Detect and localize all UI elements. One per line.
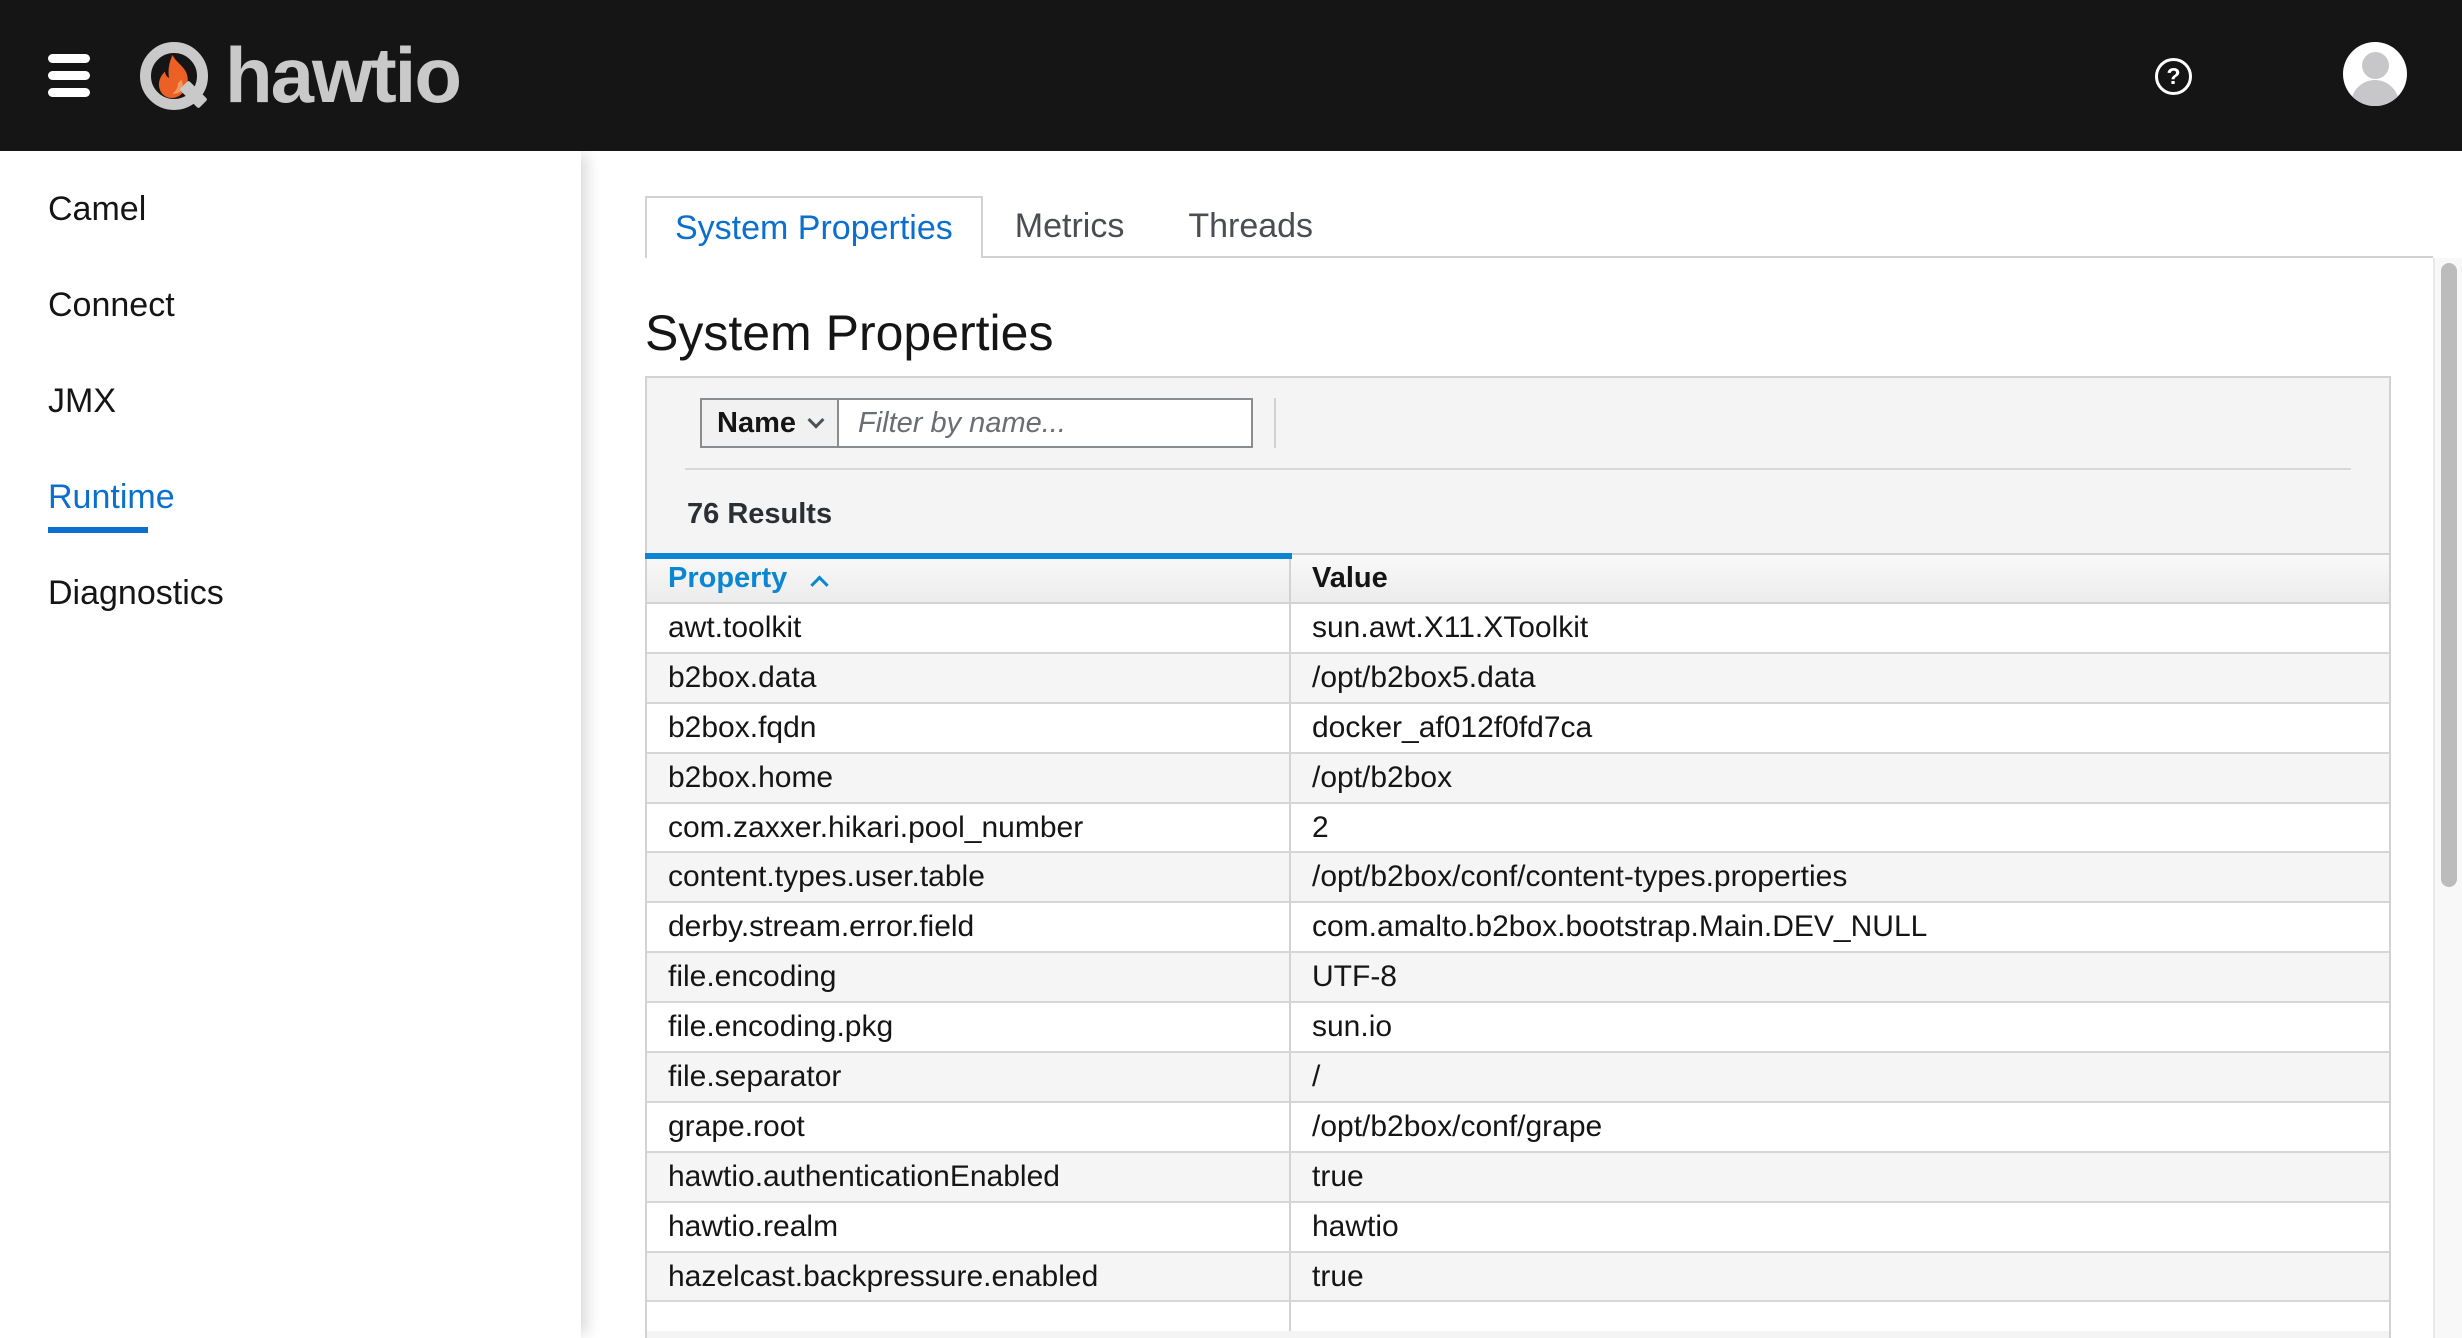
table-row: hazelcast.backpressure.enabledtrue (647, 1252, 2389, 1302)
tab-system-properties[interactable]: System Properties (645, 196, 983, 258)
filter-group: Name (700, 398, 1253, 448)
sort-asc-icon (811, 576, 829, 594)
property-cell: file.encoding.pkg (647, 1002, 1290, 1052)
property-cell: hawtio.realm (647, 1202, 1290, 1252)
value-cell: /opt/b2box/conf/grape (1290, 1102, 2389, 1152)
table-header-row: Property Value (647, 555, 2389, 603)
q-tail (179, 80, 207, 108)
properties-table: Property Value awt.toolkitsun.awt.X11.XT… (645, 553, 2391, 1331)
main-content: System PropertiesMetricsThreads System P… (581, 151, 2462, 1338)
property-cell: content.types.user.table (647, 852, 1290, 902)
filter-attribute-label: Name (717, 407, 796, 440)
property-cell: file.encoding (647, 952, 1290, 1002)
value-cell: sun.io (1290, 1002, 2389, 1052)
table-row: hawtio.authenticationEnabledtrue (647, 1152, 2389, 1202)
table-row: b2box.data/opt/b2box5.data (647, 653, 2389, 703)
sidebar-item-camel[interactable]: Camel (0, 161, 581, 257)
value-cell: com.amalto.b2box.bootstrap.Main.DEV_NULL (1290, 902, 2389, 952)
menu-toggle-icon[interactable] (48, 54, 90, 97)
avatar[interactable] (2343, 42, 2407, 106)
hamburger-bar (48, 71, 90, 80)
filter-card: Name 76 Results Property Va (645, 376, 2391, 1338)
property-cell: b2box.data (647, 653, 1290, 703)
table-body: awt.toolkitsun.awt.X11.XToolkitb2box.dat… (647, 603, 2389, 1331)
filter-attribute-dropdown[interactable]: Name (700, 398, 839, 448)
table-row: b2box.home/opt/b2box (647, 753, 2389, 803)
app-logo[interactable]: hawtio (140, 0, 460, 151)
column-header-value[interactable]: Value (1290, 555, 2389, 603)
scrollbar-track[interactable] (2433, 258, 2462, 1338)
help-glyph: ? (2166, 63, 2180, 90)
property-cell: file.separator (647, 1052, 1290, 1102)
property-cell: hazelcast.backpressure.enabled (647, 1252, 1290, 1302)
value-cell: /opt/b2box5.data (1290, 653, 2389, 703)
avatar-body (2351, 80, 2399, 106)
hamburger-bar (48, 88, 90, 97)
masthead: hawtio ? (0, 0, 2462, 151)
logo-text: hawtio (225, 0, 460, 151)
table-row: file.separator/ (647, 1052, 2389, 1102)
value-cell: true (1290, 1252, 2389, 1302)
value-cell: UTF-8 (1290, 952, 2389, 1002)
column-header-property[interactable]: Property (647, 555, 1290, 603)
hamburger-bar (48, 54, 90, 63)
scrollbar-thumb[interactable] (2441, 263, 2457, 887)
tab-threads[interactable]: Threads (1156, 196, 1345, 256)
sidebar-nav-list: CamelConnectJMXRuntimeDiagnostics (0, 151, 581, 641)
sidebar-item-jmx[interactable]: JMX (0, 353, 581, 449)
table-row: awt.toolkitsun.awt.X11.XToolkit (647, 603, 2389, 653)
value-cell: sun.awt.X11.XToolkit (1290, 603, 2389, 653)
tab-metrics[interactable]: Metrics (983, 196, 1157, 256)
property-cell: com.zaxxer.hikari.pool_number (647, 803, 1290, 853)
chevron-down-icon (808, 412, 825, 429)
table-row: file.encoding.pkgsun.io (647, 1002, 2389, 1052)
property-cell: grape.root (647, 1102, 1290, 1152)
property-cell: derby.stream.error.field (647, 902, 1290, 952)
sidebar: CamelConnectJMXRuntimeDiagnostics (0, 151, 581, 1338)
value-cell: /opt/b2box/conf/content-types.properties (1290, 852, 2389, 902)
value-cell: true (1290, 1152, 2389, 1202)
table-row: com.zaxxer.hikari.pool_number2 (647, 803, 2389, 853)
table-row: b2box.fqdndocker_af012f0fd7ca (647, 703, 2389, 753)
toolbar-divider (1274, 398, 1276, 448)
value-cell: 2 (1290, 803, 2389, 853)
sidebar-item-runtime[interactable]: Runtime (0, 449, 581, 545)
table-row: content.types.user.table/opt/b2box/conf/… (647, 852, 2389, 902)
hawtio-ring-icon (140, 42, 208, 110)
help-icon[interactable]: ? (2155, 58, 2192, 95)
table-row-partial (647, 1301, 2389, 1331)
results-count: 76 Results (687, 498, 832, 531)
tab-list: System PropertiesMetricsThreads (645, 196, 2433, 258)
sidebar-item-connect[interactable]: Connect (0, 257, 581, 353)
value-cell: / (1290, 1052, 2389, 1102)
filter-input[interactable] (839, 398, 1253, 448)
table-row: grape.root/opt/b2box/conf/grape (647, 1102, 2389, 1152)
property-cell: b2box.home (647, 753, 1290, 803)
value-cell: hawtio (1290, 1202, 2389, 1252)
value-cell: docker_af012f0fd7ca (1290, 703, 2389, 753)
table-row: file.encodingUTF-8 (647, 952, 2389, 1002)
value-cell: /opt/b2box (1290, 753, 2389, 803)
avatar-head (2362, 52, 2389, 79)
sorted-column-indicator (645, 553, 1292, 559)
property-cell: awt.toolkit (647, 603, 1290, 653)
toolbar-separator (685, 468, 2351, 470)
property-cell: hawtio.authenticationEnabled (647, 1152, 1290, 1202)
sidebar-item-diagnostics[interactable]: Diagnostics (0, 545, 581, 641)
table-row: derby.stream.error.fieldcom.amalto.b2box… (647, 902, 2389, 952)
page-title: System Properties (645, 304, 1053, 362)
property-cell: b2box.fqdn (647, 703, 1290, 753)
table-row: hawtio.realmhawtio (647, 1202, 2389, 1252)
